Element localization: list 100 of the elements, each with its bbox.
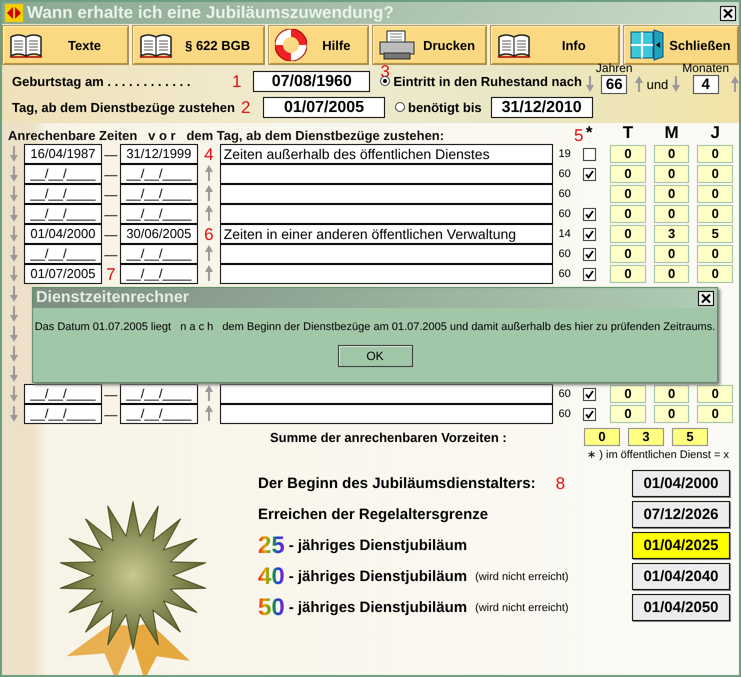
up-arrow-icon[interactable] <box>731 76 739 92</box>
dash: — <box>104 226 118 242</box>
door-icon <box>630 29 664 61</box>
to-date-field[interactable]: __/__/____ <box>120 204 198 224</box>
description-field[interactable] <box>220 384 553 404</box>
months-field[interactable]: 4 <box>692 75 719 94</box>
from-date-field[interactable]: __/__/____ <box>24 184 102 204</box>
down-arrow-icon[interactable] <box>10 166 18 182</box>
months-value: 0 <box>654 385 690 403</box>
description-field[interactable]: Zeiten in einer anderen öffentlichen Verwaltung <box>220 224 553 244</box>
ok-button[interactable]: OK <box>338 345 412 367</box>
checkbox[interactable] <box>582 268 596 280</box>
until-date-field[interactable]: 31/12/2010 <box>490 96 593 118</box>
close-icon[interactable] <box>698 290 714 306</box>
checkbox[interactable] <box>582 228 596 240</box>
close-icon[interactable] <box>720 6 736 20</box>
down-arrow-icon[interactable] <box>586 76 594 92</box>
days-value: 0 <box>610 265 646 283</box>
months-value: 0 <box>654 205 690 223</box>
up-arrow-icon[interactable] <box>204 205 213 221</box>
up-arrow-icon[interactable] <box>634 76 643 92</box>
down-arrow-icon[interactable] <box>10 326 18 342</box>
from-date-field[interactable]: __/__/____ <box>24 404 102 424</box>
to-date-field[interactable]: __/__/____ <box>120 164 198 184</box>
from-date-field[interactable]: 01/04/2000 <box>24 224 102 244</box>
step-marker: 1 <box>232 72 242 90</box>
description-field[interactable]: Zeiten außerhalb des öffentlichen Dienstes <box>220 144 553 164</box>
down-arrow-icon[interactable] <box>10 306 18 322</box>
checkbox[interactable] <box>582 208 596 220</box>
down-arrow-icon[interactable] <box>10 186 18 202</box>
months-value: 0 <box>654 265 690 283</box>
checkbox[interactable] <box>582 168 596 180</box>
toolbar-button[interactable]: § 622 BGB <box>132 25 266 65</box>
down-arrow-icon[interactable] <box>10 286 18 302</box>
years-field[interactable]: 66 <box>601 75 628 94</box>
days-sum: 0 <box>584 428 620 446</box>
note-text: (wird nicht erreicht) <box>475 570 569 582</box>
column-heading: J <box>709 123 721 143</box>
checkbox[interactable] <box>582 248 596 260</box>
to-date-field[interactable]: 31/12/1999 <box>120 144 198 164</box>
dash: — <box>104 166 118 182</box>
up-arrow-icon[interactable] <box>204 165 213 181</box>
birthday-field[interactable]: 07/08/1960 <box>253 70 370 92</box>
checkbox[interactable] <box>582 148 596 160</box>
star-heading: * <box>586 123 593 142</box>
to-date-field[interactable]: 30/06/2005 <box>120 224 198 244</box>
to-date-field[interactable]: __/__/____ <box>120 404 198 424</box>
up-arrow-icon[interactable] <box>204 405 213 421</box>
from-date-field[interactable]: __/__/____ <box>24 384 102 404</box>
description-field[interactable] <box>220 264 553 284</box>
toolbar-button[interactable]: Schließen <box>622 25 739 65</box>
years-value: 0 <box>697 165 734 183</box>
toolbar-button[interactable]: Texte <box>2 25 130 65</box>
from-date-field[interactable]: __/__/____ <box>24 164 102 184</box>
legend-note: ∗ ) im öffentlichen Dienst = x <box>586 448 730 462</box>
toolbar-button[interactable]: Hilfe <box>268 25 368 65</box>
months-value: 3 <box>654 225 690 243</box>
years-value: 0 <box>697 385 734 403</box>
from-date-field[interactable]: __/__/____ <box>24 244 102 264</box>
description-field[interactable] <box>220 184 553 204</box>
pay-start-field[interactable]: 01/07/2005 <box>263 96 385 118</box>
result-date-field: 01/04/2040 <box>632 563 730 590</box>
to-date-field[interactable]: __/__/____ <box>120 184 198 204</box>
result-label: Erreichen der Regelaltersgrenze <box>258 506 488 523</box>
down-arrow-icon[interactable] <box>10 206 18 222</box>
down-arrow-icon[interactable] <box>10 386 18 402</box>
up-arrow-icon[interactable] <box>204 265 213 281</box>
from-date-field[interactable]: __/__/____ <box>24 204 102 224</box>
up-arrow-icon[interactable] <box>204 245 213 261</box>
description-field[interactable] <box>220 204 553 224</box>
down-arrow-icon[interactable] <box>10 146 18 162</box>
to-date-field[interactable]: __/__/____ <box>120 384 198 404</box>
description-field[interactable] <box>220 244 553 264</box>
up-arrow-icon[interactable] <box>204 185 213 201</box>
years-value: 0 <box>697 145 734 163</box>
column-heading: M <box>663 123 680 143</box>
years-label: Jahren <box>596 62 633 75</box>
radio-option[interactable]: benötigt bis <box>395 100 482 114</box>
down-arrow-icon[interactable] <box>10 226 18 242</box>
up-arrow-icon[interactable] <box>204 385 213 401</box>
checkbox[interactable] <box>582 408 596 420</box>
to-date-field[interactable]: __/__/____ <box>120 244 198 264</box>
years-value: 0 <box>697 405 734 423</box>
description-field[interactable] <box>220 164 553 184</box>
down-arrow-icon[interactable] <box>10 406 18 422</box>
down-arrow-icon[interactable] <box>10 346 18 362</box>
down-arrow-icon[interactable] <box>10 266 18 282</box>
from-date-field[interactable]: 01/07/2005 <box>24 264 102 284</box>
down-arrow-icon[interactable] <box>10 366 18 382</box>
description-field[interactable] <box>220 404 553 424</box>
days-value: 0 <box>610 185 646 203</box>
days-value: 0 <box>610 205 646 223</box>
checkbox[interactable] <box>582 388 596 400</box>
toolbar-button[interactable]: Drucken <box>372 25 487 65</box>
sum-label: Summe der anrechenbaren Vorzeiten : <box>269 430 508 444</box>
to-date-field[interactable]: __/__/____ <box>120 264 198 284</box>
down-arrow-icon[interactable] <box>10 246 18 262</box>
down-arrow-icon[interactable] <box>672 76 680 92</box>
result-date-field: 01/04/2025 <box>632 532 730 559</box>
from-date-field[interactable]: 16/04/1987 <box>24 144 102 164</box>
